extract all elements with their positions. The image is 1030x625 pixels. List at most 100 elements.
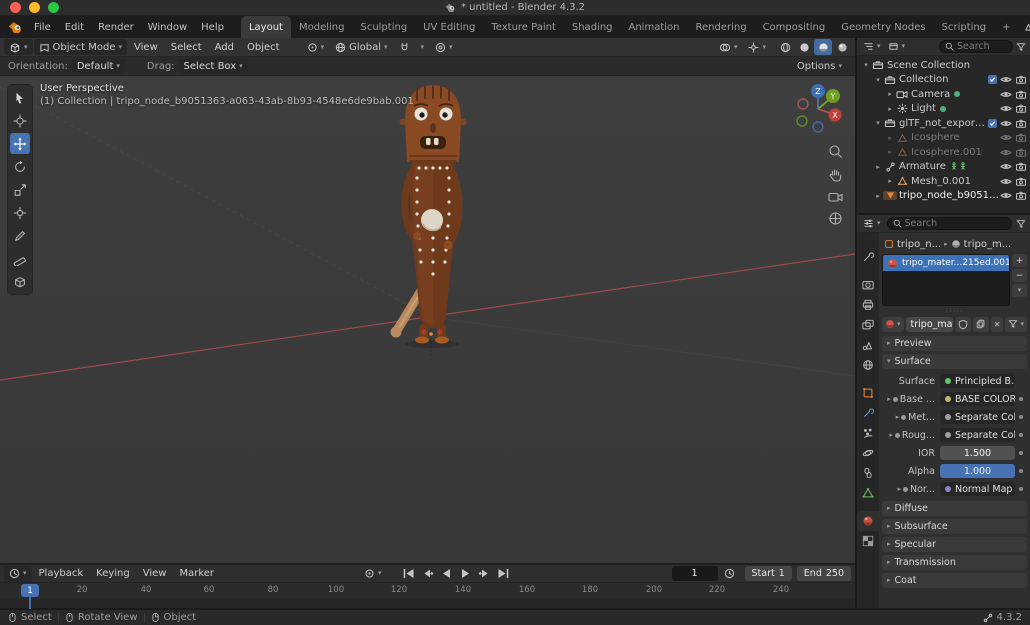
drag-dropdown[interactable]: Select Box ▾ <box>179 58 248 74</box>
disclosure-icon[interactable]: ▸ <box>885 105 895 113</box>
disable-render-icon[interactable] <box>1015 133 1027 142</box>
zoom-window-button[interactable] <box>48 2 59 13</box>
alpha-slider[interactable]: 1.000 <box>940 464 1015 478</box>
navigation-gizmo[interactable]: Z Y X <box>789 80 847 138</box>
tab-texture[interactable] <box>857 531 879 551</box>
pan-hand-icon[interactable] <box>828 167 843 182</box>
scene-selector[interactable]: Scene▾ <box>1018 19 1030 35</box>
timeline-editor-type-button[interactable]: ▾ <box>4 566 32 582</box>
properties-search-input[interactable] <box>905 218 1006 229</box>
disclosure-icon[interactable]: ▸ <box>873 163 883 171</box>
menu-window[interactable]: Window <box>141 16 194 38</box>
outliner-display-mode-button[interactable]: ▾ <box>886 39 908 55</box>
properties-search[interactable] <box>887 217 1012 230</box>
breadcrumb-object[interactable]: tripo_n... <box>897 239 941 250</box>
transform-pivot-button[interactable]: ▾ <box>302 39 330 55</box>
proportional-editing-button[interactable]: ▾ <box>430 39 458 55</box>
tab-sculpting[interactable]: Sculpting <box>352 16 415 38</box>
snap-settings-button[interactable]: ▾ <box>416 39 430 55</box>
disclosure-icon[interactable]: ▸ <box>885 90 895 98</box>
annotate-tool[interactable] <box>10 225 30 246</box>
hide-eye-icon[interactable] <box>1000 75 1012 84</box>
hide-eye-icon[interactable] <box>1000 148 1012 157</box>
tab-render[interactable] <box>857 275 879 295</box>
tab-shading[interactable]: Shading <box>564 16 621 38</box>
scale-tool[interactable] <box>10 179 30 200</box>
snap-toggle-button[interactable] <box>394 39 415 55</box>
previous-keyframe-button[interactable] <box>419 566 436 581</box>
shading-rendered-button[interactable] <box>833 39 851 55</box>
show-gizmos-button[interactable]: ▾ <box>743 39 771 55</box>
surface-shader-button[interactable]: Principled B... <box>940 374 1015 388</box>
cursor-tool[interactable] <box>10 110 30 131</box>
jump-to-end-button[interactable] <box>495 566 512 581</box>
camera-view-icon[interactable] <box>828 190 843 203</box>
current-frame-field[interactable]: 1 <box>672 566 718 581</box>
fake-user-shield-icon[interactable] <box>955 317 971 332</box>
tab-rendering[interactable]: Rendering <box>687 16 754 38</box>
outliner-row-tripo-node[interactable]: ▸ tripo_node_b9051363 <box>857 189 1030 204</box>
tab-output[interactable] <box>857 295 879 315</box>
properties-editor-type-button[interactable]: ▾ <box>861 216 883 232</box>
tab-material[interactable] <box>857 511 879 531</box>
tab-animation[interactable]: Animation <box>621 16 688 38</box>
material-filter-icon[interactable]: ▾ <box>1005 317 1027 332</box>
playhead[interactable]: 1 <box>21 584 39 597</box>
menu-render[interactable]: Render <box>91 16 141 38</box>
outliner-editor-type-button[interactable]: ▾ <box>861 39 883 55</box>
hide-eye-icon[interactable] <box>1000 162 1012 171</box>
hide-eye-icon[interactable] <box>1000 177 1012 186</box>
disclosure-icon[interactable]: ▾ <box>873 119 883 127</box>
menu-file[interactable]: File <box>27 16 58 38</box>
unlink-material-button[interactable]: ✕ <box>991 317 1004 332</box>
jump-to-start-button[interactable] <box>400 566 417 581</box>
section-specular[interactable]: ▸ Specular <box>882 537 1027 552</box>
section-surface[interactable]: ▾ Surface <box>882 354 1027 369</box>
add-cube-tool[interactable] <box>10 271 30 292</box>
add-slot-button[interactable]: + <box>1012 254 1027 267</box>
rotate-tool[interactable] <box>10 156 30 177</box>
editor-type-button[interactable]: ▾ <box>4 39 33 55</box>
section-transmission[interactable]: ▸ Transmission <box>882 555 1027 570</box>
frame-end-field[interactable]: End250 <box>797 566 851 581</box>
outliner-row-collection[interactable]: ▾ Collection <box>857 73 1030 88</box>
ior-slider[interactable]: 1.500 <box>940 446 1015 460</box>
metallic-button[interactable]: Separate Col... <box>940 410 1015 424</box>
outliner-row-light[interactable]: ▸ Light <box>857 102 1030 117</box>
disclosure-icon[interactable]: ▾ <box>873 76 883 84</box>
shading-solid-button[interactable] <box>795 39 813 55</box>
character-model[interactable] <box>391 85 467 348</box>
menu-edit[interactable]: Edit <box>58 16 91 38</box>
disclosure-icon[interactable]: ▾ <box>861 61 871 69</box>
tab-modeling[interactable]: Modeling <box>291 16 353 38</box>
remove-slot-button[interactable]: − <box>1012 269 1027 282</box>
blender-logo-icon[interactable] <box>8 21 23 33</box>
slot-specials-button[interactable]: ▾ <box>1012 284 1027 297</box>
tab-texture-paint[interactable]: Texture Paint <box>483 16 564 38</box>
disclosure-icon[interactable]: ▸ <box>885 177 895 185</box>
disable-render-icon[interactable] <box>1015 104 1027 113</box>
outliner-row-gltf-not-exported[interactable]: ▾ glTF_not_exported <box>857 116 1030 131</box>
duplicate-material-icon[interactable] <box>973 317 989 332</box>
disable-render-icon[interactable] <box>1015 75 1027 84</box>
tab-particles[interactable] <box>857 423 879 443</box>
select-box-tool[interactable] <box>10 87 30 108</box>
timeline-ruler[interactable]: 20 40 60 80 100 120 140 160 180 200 220 … <box>0 582 855 608</box>
disable-render-icon[interactable] <box>1015 148 1027 157</box>
menu-view[interactable]: View <box>128 38 164 57</box>
disclosure-icon[interactable]: ▸ <box>873 192 883 200</box>
transform-orientation-button[interactable]: Global▾ <box>330 39 392 55</box>
hide-eye-icon[interactable] <box>1000 90 1012 99</box>
tab-tool[interactable] <box>857 247 879 267</box>
frame-start-field[interactable]: Start1 <box>745 566 792 581</box>
tab-uv-editing[interactable]: UV Editing <box>415 16 483 38</box>
outliner-row-scene-collection[interactable]: ▾ Scene Collection <box>857 58 1030 73</box>
add-workspace-button[interactable]: + <box>994 16 1018 38</box>
shading-wireframe-button[interactable] <box>776 39 794 55</box>
material-slot-active[interactable]: tripo_mater...215ed.001 <box>883 255 1009 271</box>
options-dropdown[interactable]: Options ▾ <box>792 58 847 74</box>
tab-object-data[interactable] <box>857 483 879 503</box>
outliner-row-icosphere[interactable]: ▸ Icosphere <box>857 131 1030 146</box>
menu-object[interactable]: Object <box>241 38 286 57</box>
tab-layout[interactable]: Layout <box>241 16 291 38</box>
